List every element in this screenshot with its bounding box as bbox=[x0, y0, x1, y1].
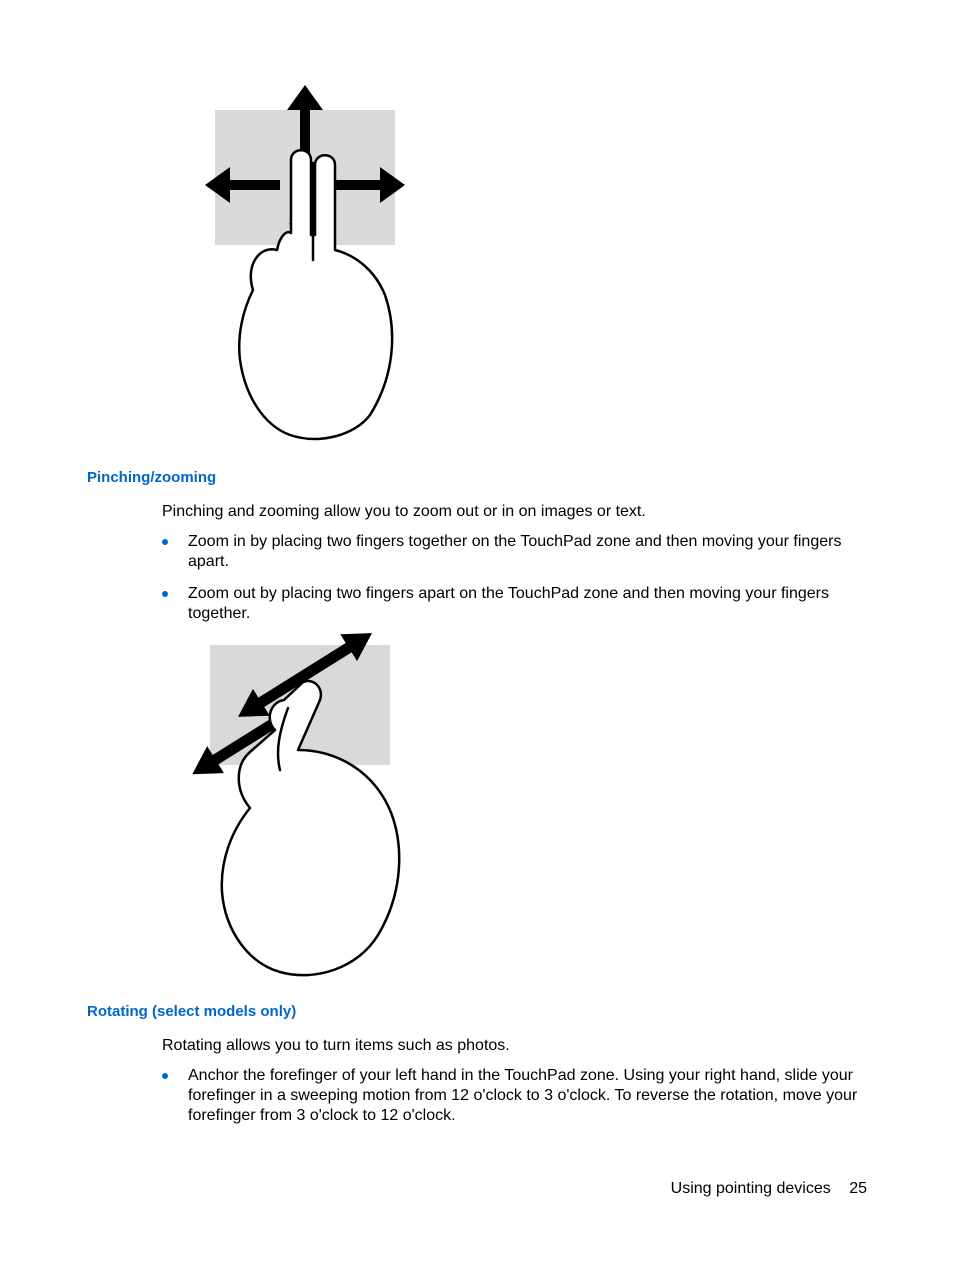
list-item: Zoom in by placing two fingers together … bbox=[162, 532, 862, 572]
footer-section-title: Using pointing devices bbox=[671, 1180, 831, 1197]
list-pinching: Zoom in by placing two fingers together … bbox=[162, 532, 862, 636]
footer-page-number: 25 bbox=[849, 1180, 867, 1197]
list-rotating: Anchor the forefinger of your left hand … bbox=[162, 1066, 862, 1138]
paragraph-pinching-intro: Pinching and zooming allow you to zoom o… bbox=[162, 502, 862, 522]
figure-pinch-zoom bbox=[180, 630, 430, 980]
document-page: Pinching/zooming Pinching and zooming al… bbox=[0, 0, 954, 1270]
heading-rotating: Rotating (select models only) bbox=[87, 1003, 296, 1020]
page-footer: Using pointing devices 25 bbox=[671, 1180, 867, 1198]
paragraph-rotating-intro: Rotating allows you to turn items such a… bbox=[162, 1036, 862, 1056]
list-item: Anchor the forefinger of your left hand … bbox=[162, 1066, 862, 1126]
heading-pinching-zooming: Pinching/zooming bbox=[87, 469, 216, 486]
list-item: Zoom out by placing two fingers apart on… bbox=[162, 584, 862, 624]
scroll-gesture-icon bbox=[205, 85, 405, 445]
pinch-gesture-icon bbox=[180, 630, 430, 980]
figure-two-finger-scroll bbox=[205, 85, 405, 445]
